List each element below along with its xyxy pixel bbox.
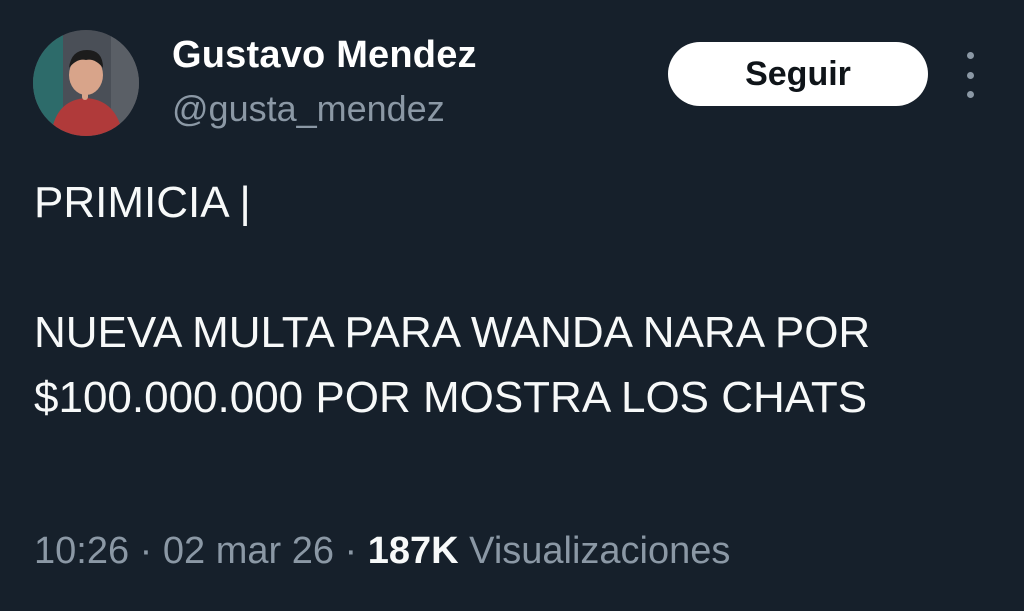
tweet-line-content: NUEVA MULTA PARA WANDA NARA POR $100.000… xyxy=(34,308,871,422)
meta-separator: · xyxy=(344,530,358,572)
follow-button[interactable]: Seguir xyxy=(668,42,928,106)
tweet-body: PRIMICIA | NUEVA MULTA PARA WANDA NARA P… xyxy=(34,170,994,430)
meta-separator: · xyxy=(139,530,153,572)
views-count: 187K xyxy=(367,530,459,572)
views-label: Visualizaciones xyxy=(469,530,731,572)
tweet-time[interactable]: 10:26 xyxy=(34,530,129,572)
tweet-meta: 10:26 · 02 mar 26 · 187K Visualizaciones xyxy=(34,530,730,573)
author-avatar[interactable] xyxy=(33,30,139,136)
author-handle[interactable]: @gusta_mendez xyxy=(172,88,445,130)
more-dot xyxy=(966,91,974,98)
more-options-icon[interactable] xyxy=(954,52,986,98)
avatar-photo-icon xyxy=(33,30,139,136)
tweet-header: Gustavo Mendez @gusta_mendez Seguir xyxy=(0,0,1024,150)
more-dot xyxy=(966,71,974,79)
tweet-date[interactable]: 02 mar 26 xyxy=(163,530,334,572)
author-display-name[interactable]: Gustavo Mendez xyxy=(172,34,477,77)
tweet-line-headline: PRIMICIA | xyxy=(34,178,251,227)
more-dot xyxy=(966,52,974,59)
